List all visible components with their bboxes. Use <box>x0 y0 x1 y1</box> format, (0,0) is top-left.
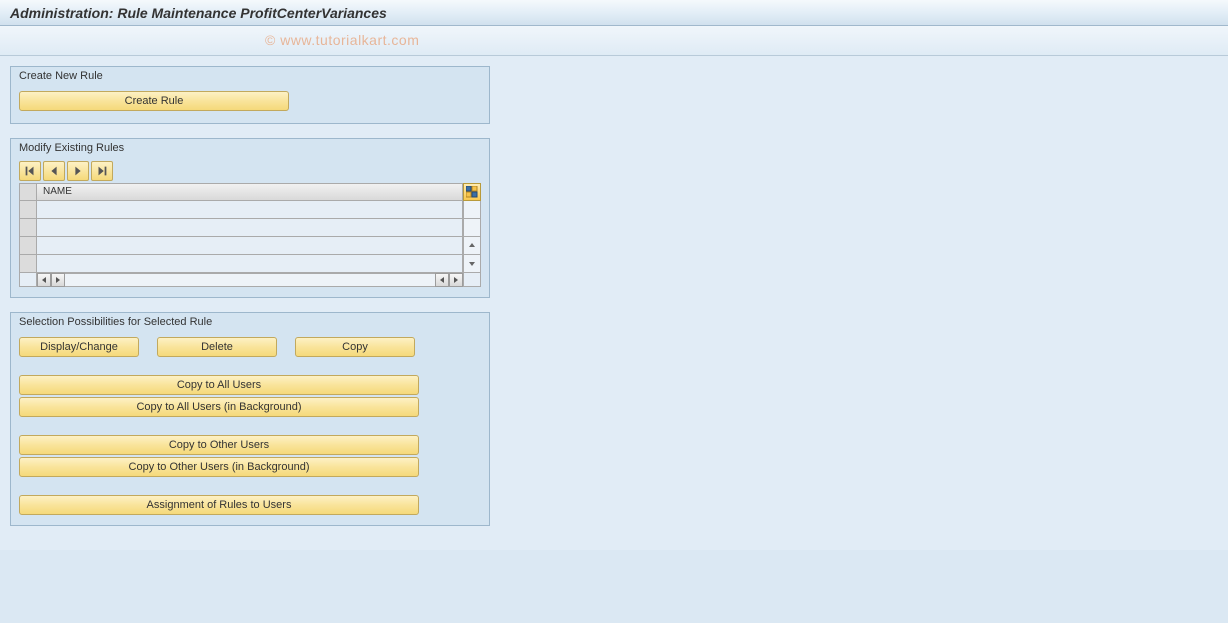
copy-all-users-button[interactable]: Copy to All Users <box>19 375 419 395</box>
scroll-left-end-icon[interactable] <box>435 273 449 287</box>
scroll-up-icon[interactable] <box>463 237 481 255</box>
scroll-right-icon[interactable] <box>51 273 65 287</box>
toolbar-strip: © www.tutorialkart.com <box>0 26 1228 56</box>
table-row[interactable] <box>19 201 481 219</box>
table-select-all[interactable] <box>19 183 37 201</box>
content-area: Create New Rule Create Rule Modify Exist… <box>0 56 1228 550</box>
selection-possibilities-title: Selection Possibilities for Selected Rul… <box>11 313 489 331</box>
create-rule-button[interactable]: Create Rule <box>19 91 289 111</box>
display-change-button[interactable]: Display/Change <box>19 337 139 357</box>
delete-button[interactable]: Delete <box>157 337 277 357</box>
watermark: © www.tutorialkart.com <box>265 32 419 48</box>
create-new-rule-panel: Create New Rule Create Rule <box>10 66 490 124</box>
scroll-down-icon[interactable] <box>463 255 481 273</box>
scroll-left-icon[interactable] <box>37 273 51 287</box>
scroll-right-end-icon[interactable] <box>449 273 463 287</box>
page-title: Administration: Rule Maintenance ProfitC… <box>0 0 1228 26</box>
modify-existing-rules-title: Modify Existing Rules <box>11 139 489 157</box>
last-page-icon[interactable] <box>91 161 113 181</box>
table-row[interactable] <box>19 219 481 237</box>
first-page-icon[interactable] <box>19 161 41 181</box>
table-row[interactable] <box>19 255 481 273</box>
table-row[interactable] <box>19 237 481 255</box>
copy-button[interactable]: Copy <box>295 337 415 357</box>
selection-possibilities-panel: Selection Possibilities for Selected Rul… <box>10 312 490 526</box>
table-column-name[interactable]: NAME <box>37 183 463 201</box>
table-config-icon[interactable] <box>463 183 481 201</box>
rules-table: NAME <box>19 183 481 287</box>
copy-other-users-bg-button[interactable]: Copy to Other Users (in Background) <box>19 457 419 477</box>
copy-all-users-bg-button[interactable]: Copy to All Users (in Background) <box>19 397 419 417</box>
prev-page-icon[interactable] <box>43 161 65 181</box>
create-new-rule-title: Create New Rule <box>11 67 489 85</box>
next-page-icon[interactable] <box>67 161 89 181</box>
modify-existing-rules-panel: Modify Existing Rules NAME <box>10 138 490 298</box>
assignment-rules-button[interactable]: Assignment of Rules to Users <box>19 495 419 515</box>
copy-other-users-button[interactable]: Copy to Other Users <box>19 435 419 455</box>
